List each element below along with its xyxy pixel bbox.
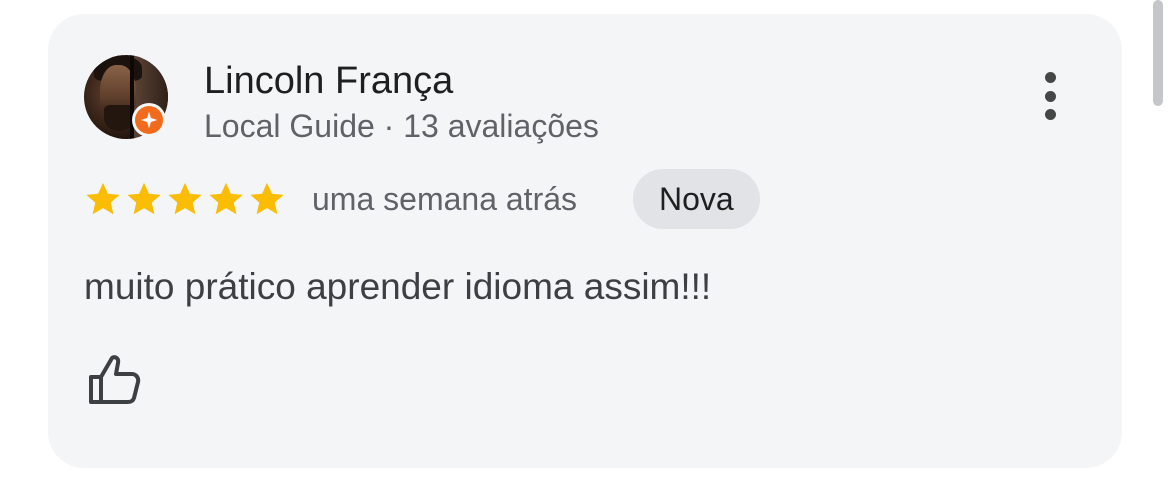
thumb-up-icon [89,355,141,404]
review-date: uma semana atrás [312,181,578,217]
new-badge: Nova [633,169,760,229]
review-text: muito prático aprender idioma assim!!! [84,266,712,307]
review-card: Lincoln França Local Guide · 13 avaliaçõ… [48,14,1122,468]
star-rating [84,180,286,218]
local-guide-star-icon [135,106,163,134]
star-icon [207,180,245,218]
author-meta: Local Guide · 13 avaliações [204,108,599,144]
star-icon [248,180,286,218]
like-button[interactable] [84,350,144,410]
more-vert-icon [1044,72,1056,83]
local-guide-badge [132,103,166,137]
scrollbar[interactable] [1153,0,1163,106]
star-icon [84,180,122,218]
more-options-button[interactable] [1030,66,1070,126]
author-name[interactable]: Lincoln França [204,62,453,100]
star-icon [125,180,163,218]
star-icon [166,180,204,218]
